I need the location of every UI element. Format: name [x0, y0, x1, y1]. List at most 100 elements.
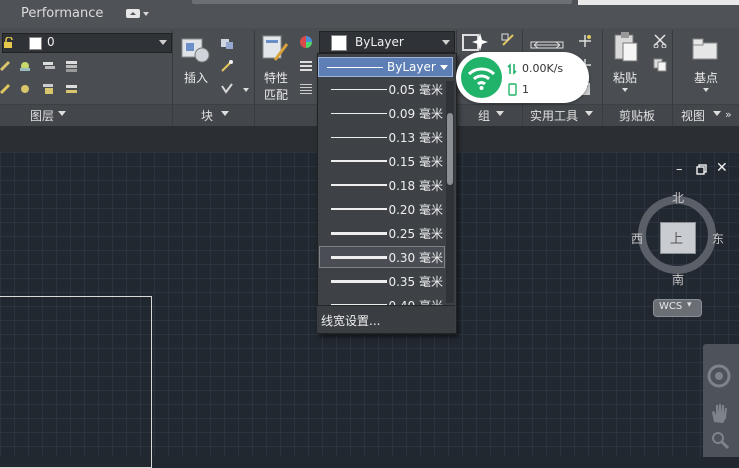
lineweight-preview-line — [327, 67, 383, 68]
minimize-icon[interactable]: – — [676, 162, 683, 177]
chevron-down-icon — [713, 111, 721, 116]
copy-icon[interactable] — [653, 58, 667, 72]
chevron-down-icon — [159, 40, 167, 45]
wcs-label: WCS — [659, 301, 683, 312]
insert-block-icon[interactable] — [180, 33, 212, 65]
chevron-down-icon — [58, 111, 66, 116]
lineweight-item-label: 0.40 毫米 — [388, 297, 443, 305]
close-icon[interactable]: ✕ — [716, 160, 728, 176]
layer-combo[interactable]: 0 — [2, 33, 172, 53]
lineweight-sample-line — [331, 232, 387, 235]
color-swatch — [331, 35, 347, 51]
navigation-bar — [703, 344, 739, 457]
layer-match-icon[interactable] — [0, 82, 12, 96]
layer-states-icon[interactable] — [65, 59, 79, 73]
lineweight-item[interactable]: 0.40 毫米 — [320, 294, 448, 305]
compass-west[interactable]: 西 — [631, 230, 643, 247]
divider — [254, 30, 255, 126]
wifi-badge — [461, 57, 502, 98]
compass-east[interactable]: 东 — [712, 230, 724, 247]
lineweight-sample-line — [331, 89, 387, 90]
steering-wheel-icon[interactable] — [706, 363, 732, 389]
chevron-down-icon — [442, 40, 450, 45]
lineweight-item-label: 0.15 毫米 — [388, 155, 443, 169]
lineweight-item-label: 0.30 毫米 — [388, 251, 443, 265]
lineweight-item-label: 0.05 毫米 — [388, 83, 443, 97]
lineweight-item[interactable]: 0.25 毫米 — [320, 222, 448, 244]
paste-button-label[interactable]: 粘贴 — [613, 69, 637, 86]
utilities-group-label[interactable]: 实用工具 — [530, 107, 578, 124]
color-wheel-icon[interactable] — [299, 35, 313, 49]
lineweight-sample-line — [331, 208, 387, 210]
speed-arrows-icon — [507, 63, 517, 75]
lineweight-item-label: 0.18 毫米 — [388, 179, 443, 193]
clipboard-group-label[interactable]: 剪贴板 — [619, 107, 655, 124]
paste-icon[interactable] — [612, 31, 640, 65]
restore-icon[interactable] — [696, 164, 707, 175]
workspace-tab[interactable]: Performance — [21, 6, 103, 21]
create-block-icon[interactable] — [220, 36, 234, 50]
device-icon — [508, 83, 517, 96]
layer-isolate-icon[interactable] — [18, 59, 32, 73]
lineweight-item-label: 0.20 毫米 — [388, 203, 443, 217]
divider — [602, 30, 603, 126]
wcs-menu[interactable]: WCS ▾ — [653, 299, 702, 317]
lineweight-item-label: 0.13 毫米 — [388, 131, 443, 145]
layer-walk-icon[interactable] — [65, 82, 79, 96]
lineweight-item[interactable]: 0.13 毫米 — [320, 126, 448, 148]
lineweight-item-label: 0.25 毫米 — [388, 227, 443, 241]
chevron-down-icon — [243, 88, 249, 92]
match-properties-label-2[interactable]: 匹配 — [264, 86, 288, 103]
lineweight-settings-row[interactable]: 线宽设置... — [317, 305, 455, 333]
ungroup-icon[interactable] — [501, 33, 515, 47]
lineweight-item[interactable]: 0.09 毫米 — [320, 102, 448, 124]
view-group-label[interactable]: 视图 — [681, 107, 705, 124]
match-properties-label-1[interactable]: 特性 — [264, 69, 288, 86]
pan-hand-icon[interactable] — [709, 402, 729, 424]
block-group-label[interactable]: 块 — [201, 107, 213, 124]
color-value: ByLayer — [355, 35, 404, 49]
compass-south[interactable]: 南 — [672, 271, 684, 288]
lineweight-item[interactable]: 0.05 毫米 — [320, 78, 448, 100]
chevron-down-icon — [496, 111, 504, 116]
lineweight-item-label: 0.35 毫米 — [388, 275, 443, 289]
lineweight-sample-line — [331, 184, 387, 186]
lineweight-item[interactable]: 0.30 毫米 — [320, 246, 448, 268]
base-point-label[interactable]: 基点 — [694, 69, 718, 86]
quick-access-dropdown-icon[interactable] — [126, 9, 150, 19]
insert-button-label[interactable]: 插入 — [184, 69, 208, 86]
lineweight-sample-line — [331, 256, 387, 259]
lock-icon — [4, 37, 13, 48]
panel-expand-icon[interactable]: » — [725, 108, 732, 121]
layer-off-icon[interactable] — [18, 82, 32, 96]
zoom-icon[interactable] — [710, 430, 730, 450]
title-bar: Performance — [0, 0, 739, 29]
groups-group-label[interactable]: 组 — [478, 107, 490, 124]
layer-freeze-icon[interactable] — [42, 59, 56, 73]
attribute-icon[interactable] — [220, 82, 234, 96]
lineweight-combo[interactable]: ByLayer — [318, 57, 453, 77]
lineweight-sample-line — [331, 113, 387, 114]
color-combo[interactable]: ByLayer — [319, 31, 455, 53]
divider — [172, 30, 173, 126]
layers-group-label[interactable]: 图层 — [30, 107, 54, 124]
lineweight-sample-line — [331, 280, 387, 283]
lineweight-item[interactable]: 0.35 毫米 — [320, 270, 448, 292]
linetype-icon[interactable] — [299, 59, 313, 73]
scrollbar-thumb[interactable] — [447, 113, 453, 185]
lineweight-item-label: 0.09 毫米 — [388, 107, 443, 121]
lineweight-item[interactable]: 0.18 毫米 — [320, 174, 448, 196]
compass-north[interactable]: 北 — [672, 189, 684, 206]
cut-icon[interactable] — [653, 34, 667, 48]
lineweight-item[interactable]: 0.15 毫米 — [320, 150, 448, 172]
lineweight-item[interactable]: 0.20 毫米 — [320, 198, 448, 220]
layer-tool-icon[interactable] — [0, 59, 12, 73]
edit-block-icon[interactable] — [220, 59, 234, 73]
chevron-down-icon — [703, 88, 709, 92]
lineweight-settings-label[interactable]: 线宽设置... — [321, 312, 380, 329]
point-style-icon[interactable] — [578, 34, 592, 48]
layer-lock-icon[interactable] — [42, 82, 56, 96]
base-point-icon[interactable] — [691, 37, 721, 61]
lineweight-icon[interactable] — [299, 82, 313, 96]
match-properties-icon[interactable] — [261, 34, 291, 64]
